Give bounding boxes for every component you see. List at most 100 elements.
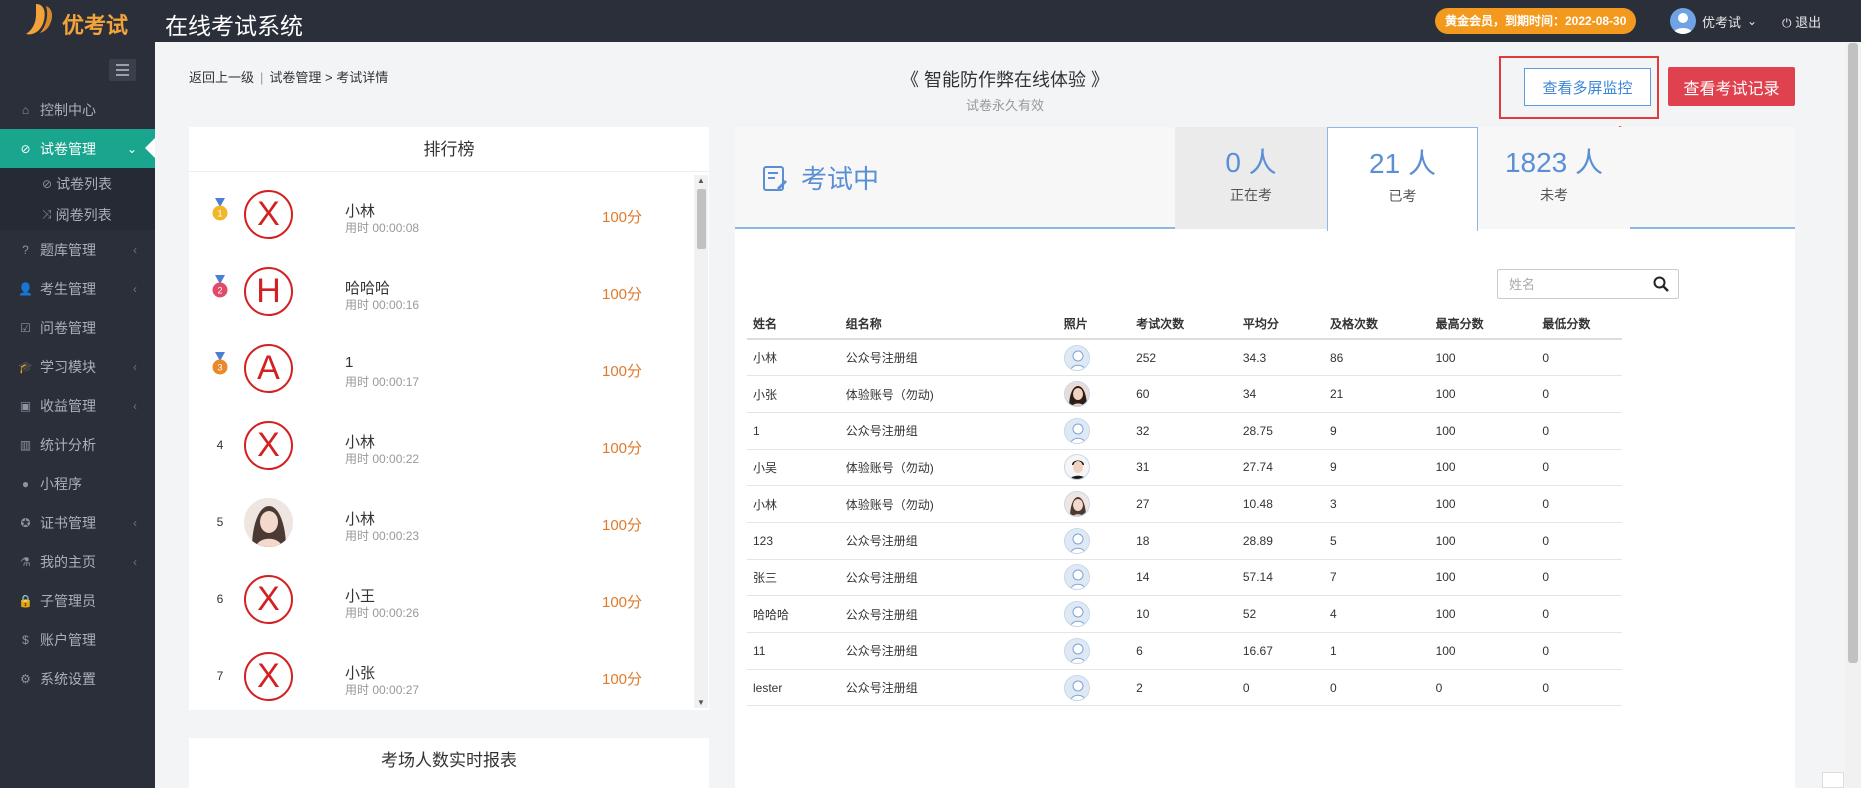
exam-title: 《 智能防作弊在线体验 》 <box>900 70 1109 90</box>
candidate-photo <box>1063 601 1090 628</box>
sidebar-item-certificates[interactable]: ✪ 证书管理 ‹ <box>0 503 155 542</box>
sidebar-item-statistics[interactable]: ▥ 统计分析 <box>0 425 155 464</box>
sidebar-item-exam-list[interactable]: ⊘ 试卷列表 <box>0 168 155 199</box>
sidebar-item-exam-management[interactable]: ⊘ 试卷管理 ⌄ <box>0 129 155 168</box>
ranking-item[interactable]: 5 小林 用时 00:00:23 100分 <box>189 483 694 560</box>
breadcrumb-path[interactable]: 试卷管理 > 考试详情 <box>269 70 388 85</box>
sidebar-item-label: 题库管理 <box>40 241 96 258</box>
column-header: 最低分数 <box>1536 309 1622 340</box>
cell-count: 252 <box>1130 339 1237 377</box>
cell-avg: 57.14 <box>1236 559 1324 597</box>
stat-completed[interactable]: 21 人 已考 <box>1327 127 1478 231</box>
cell-max: 100 <box>1429 522 1537 560</box>
stat-number: 1823 人 <box>1504 147 1604 178</box>
medal-icon: 3 <box>212 352 228 375</box>
scroll-up-icon[interactable]: ▲ <box>697 176 705 185</box>
chevron-left-icon: ‹ <box>133 281 137 296</box>
photo-cell <box>1057 375 1131 413</box>
cell-pass: 86 <box>1323 339 1430 377</box>
sidebar-item-settings[interactable]: ⚙ 系统设置 <box>0 659 155 698</box>
search-icon[interactable] <box>1653 276 1669 292</box>
ranking-item[interactable]: 6 X 小王 用时 00:00:26 100分 <box>189 560 694 637</box>
column-header: 姓名 <box>747 309 840 340</box>
ranking-item[interactable]: 7 X 小张 用时 00:00:27 100分 <box>189 637 694 708</box>
back-link[interactable]: 返回上一级 <box>189 70 254 85</box>
exam-record-button[interactable]: 查看考试记录 <box>1668 67 1795 106</box>
medal-rank: 1 <box>217 209 222 219</box>
brand[interactable]: 优考试 <box>0 0 155 42</box>
sidebar-item-question-bank[interactable]: ? 题库管理 ‹ <box>0 230 155 269</box>
score: 100分 <box>602 594 643 611</box>
sidebar-item-control-center[interactable]: ⌂ 控制中心 <box>0 90 155 129</box>
score: 100分 <box>602 517 643 534</box>
scrollbar-thumb[interactable] <box>1848 43 1858 663</box>
rank-number: 5 <box>216 514 224 529</box>
scrollbar-thumb[interactable] <box>697 189 706 249</box>
sidebar-item-label: 试卷列表 <box>56 175 113 192</box>
cell-count: 6 <box>1130 632 1237 670</box>
menu-toggle-icon[interactable] <box>109 59 136 81</box>
sidebar-item-sub-admin[interactable]: 🔒 子管理员 <box>0 581 155 620</box>
score: 100分 <box>602 363 643 380</box>
candidate-photo <box>1063 454 1090 481</box>
ranking-item[interactable]: 2 H 哈哈哈 用时 00:00:16 100分 <box>189 252 694 329</box>
scroll-corner <box>1822 772 1844 788</box>
ranking-item[interactable]: 4 X 小林 用时 00:00:22 100分 <box>189 406 694 483</box>
cell-count: 14 <box>1130 559 1237 597</box>
sidebar-item-marking-list[interactable]: ⤨ 阅卷列表 <box>0 199 155 230</box>
column-header: 照片 <box>1057 309 1131 340</box>
checkbox-icon: ☑ <box>20 320 31 335</box>
cell-name: lester <box>747 669 840 707</box>
stat-not-taken[interactable]: 1823 人 未考 <box>1478 127 1630 229</box>
logout-button[interactable]: ⏻ 退出 <box>1782 12 1821 31</box>
rank-number: 6 <box>216 591 224 606</box>
chevron-down-icon: ⌄ <box>126 141 137 156</box>
sidebar-item-account[interactable]: $ 账户管理 <box>0 620 155 659</box>
chevron-down-icon: ⌄ <box>1747 14 1758 28</box>
cell-avg: 28.89 <box>1236 522 1324 560</box>
photo-cell <box>1057 485 1131 523</box>
money-icon: ▣ <box>19 398 32 413</box>
cell-avg: 34.3 <box>1236 339 1324 377</box>
column-header: 组名称 <box>839 309 1058 340</box>
avatar: X <box>244 190 293 239</box>
user-menu[interactable]: 优考试 ⌄ <box>1670 7 1757 35</box>
sidebar-item-learning[interactable]: 🎓 学习模块 ‹ <box>0 347 155 386</box>
cell-group: 体验账号（勿动) <box>839 485 1058 523</box>
ranking-item[interactable]: 1 X 小林 用时 00:00:08 100分 <box>189 175 694 252</box>
cell-avg: 28.75 <box>1236 412 1324 450</box>
user-name: 优考试 <box>1702 14 1742 30</box>
ranking-title: 排行榜 <box>189 127 709 172</box>
member-badge[interactable]: 黄金会员，到期时间：2022-08-30 <box>1435 8 1637 34</box>
status-header: 考试中 0 人 正在考 21 人 已考 1823 人 未考 <box>735 127 1795 231</box>
time-used: 用时 00:00:27 <box>345 683 420 697</box>
name-search-input[interactable] <box>1499 271 1649 297</box>
sidebar-item-my-homepage[interactable]: ⚗ 我的主页 ‹ <box>0 542 155 581</box>
sidebar-item-candidates[interactable]: 👤 考生管理 ‹ <box>0 269 155 308</box>
sidebar: ⌂ 控制中心 ⊘ 试卷管理 ⌄ ⊘ 试卷列表 ⤨ 阅卷列表 ? 题库管理 ‹ 👤 考生管理 ‹ ☑… <box>0 42 155 788</box>
candidate-photo <box>1063 491 1090 518</box>
breadcrumb: 返回上一级 | 试卷管理 > 考试详情 <box>189 67 388 86</box>
cell-max: 100 <box>1429 449 1537 487</box>
sidebar-submenu: ⊘ 试卷列表 ⤨ 阅卷列表 <box>0 168 155 230</box>
sidebar-item-mini-program[interactable]: ● 小程序 <box>0 464 155 503</box>
cell-group: 体验账号（勿动) <box>839 375 1058 413</box>
brand-logo-icon <box>26 4 53 35</box>
cell-pass: 4 <box>1323 595 1430 633</box>
user-icon: 👤 <box>18 281 33 296</box>
candidate-photo <box>1063 674 1090 701</box>
ranking-scrollbar[interactable]: ▲ ▼ <box>694 175 708 708</box>
sidebar-nav: ⌂ 控制中心 ⊘ 试卷管理 ⌄ ⊘ 试卷列表 ⤨ 阅卷列表 ? 题库管理 ‹ 👤 考生管理 ‹ ☑… <box>0 90 155 698</box>
ranking-item[interactable]: 3 A 1 用时 00:00:17 100分 <box>189 329 694 406</box>
sidebar-item-label: 小程序 <box>40 475 82 492</box>
cell-min: 0 <box>1536 485 1622 523</box>
avatar: H <box>244 267 293 316</box>
breadcrumb-separator: | <box>260 70 264 85</box>
stat-in-progress[interactable]: 0 人 正在考 <box>1175 127 1327 229</box>
cell-min: 0 <box>1536 632 1622 670</box>
multi-screen-monitor-button[interactable]: 查看多屏监控 <box>1524 68 1651 106</box>
page-scrollbar[interactable] <box>1845 42 1861 788</box>
sidebar-item-revenue[interactable]: ▣ 收益管理 ‹ <box>0 386 155 425</box>
scroll-down-icon[interactable]: ▼ <box>697 698 705 707</box>
sidebar-item-questionnaire[interactable]: ☑ 问卷管理 <box>0 308 155 347</box>
